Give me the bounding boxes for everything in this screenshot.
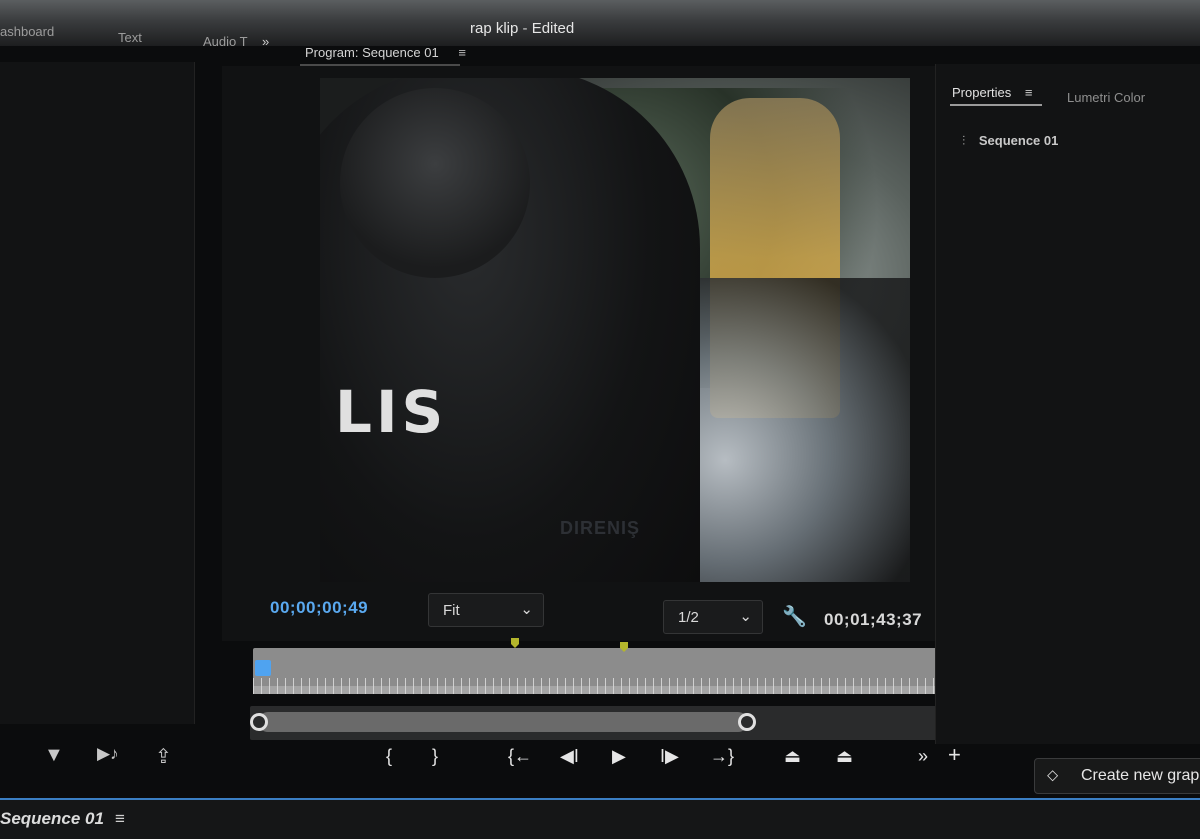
timeline-header: Sequence 01 ≡ xyxy=(0,798,1200,839)
fit-select-value: Fit xyxy=(443,602,460,619)
active-tab-underline xyxy=(950,104,1042,106)
frame-watermark: DIRENIŞ xyxy=(560,518,641,538)
chevron-down-icon: ⌄ xyxy=(520,601,533,618)
frame-overlay-text: LIS xyxy=(335,378,448,446)
monitor-controls: 00;00;00;49 Fit ⌄ 1/2 ⌄ 🔧 00;01;43;37 xyxy=(230,590,990,640)
ruler-ticks xyxy=(253,678,975,694)
properties-tab-strip: Properties ≡ Lumetri Color xyxy=(952,85,1145,105)
chevron-down-icon: ⌄ xyxy=(739,608,752,625)
video-frame: LIS DIRENIŞ xyxy=(320,78,910,582)
zoom-handle-right[interactable] xyxy=(738,713,756,731)
step-back-button[interactable]: ◀I xyxy=(560,746,579,767)
go-to-out-button[interactable]: →} xyxy=(710,746,734,767)
frame-helmet xyxy=(340,88,530,278)
current-timecode[interactable]: 00;00;00;49 xyxy=(270,598,368,618)
tab-lumetri-color[interactable]: Lumetri Color xyxy=(1067,90,1145,105)
panel-menu-icon[interactable]: ≡ xyxy=(115,809,125,829)
tab-properties[interactable]: Properties xyxy=(952,85,1011,100)
panel-menu-icon[interactable]: ≡ xyxy=(1025,85,1033,100)
program-monitor-label: Program: Sequence 01 xyxy=(305,45,439,60)
tab-dashboard[interactable]: ashboard xyxy=(0,24,54,39)
create-button-label: Create new grap xyxy=(1081,767,1200,784)
properties-sequence-item[interactable]: ⫶ Sequence 01 xyxy=(962,133,1058,149)
resolution-select-value: 1/2 xyxy=(678,609,699,626)
add-button-icon[interactable]: + xyxy=(948,742,961,768)
filter-icon[interactable]: ▼ xyxy=(44,744,64,767)
tabs-overflow-icon[interactable]: » xyxy=(262,34,269,49)
audio-icon[interactable]: ▶♪ xyxy=(97,744,119,764)
tab-audio[interactable]: Audio T xyxy=(203,34,248,49)
go-to-in-button[interactable]: {← xyxy=(508,746,532,767)
mark-in-button[interactable]: { xyxy=(386,746,392,767)
lift-button[interactable]: ⏏ xyxy=(784,746,801,767)
fit-select[interactable]: Fit ⌄ xyxy=(428,593,544,627)
step-forward-button[interactable]: I▶ xyxy=(660,746,679,767)
play-button[interactable]: ▶ xyxy=(612,746,626,767)
resolution-select[interactable]: 1/2 ⌄ xyxy=(663,600,763,634)
playhead[interactable] xyxy=(255,660,271,676)
left-panel xyxy=(0,62,195,724)
window-title: rap klip - Edited xyxy=(470,20,575,37)
transport-controls: { } {← ◀I ▶ I▶ →} ⏏ ⏏ » + xyxy=(370,742,990,782)
mark-out-button[interactable]: } xyxy=(432,746,438,767)
create-new-graphic-button[interactable]: ⬦ Create new grap xyxy=(1034,758,1200,794)
time-ruler[interactable] xyxy=(253,648,975,694)
extract-button[interactable]: ⏏ xyxy=(836,746,853,767)
sequence-label: Sequence 01 xyxy=(978,133,1059,148)
zoom-handle-left[interactable] xyxy=(250,713,268,731)
program-monitor-tab[interactable]: Program: Sequence 01 ≡ xyxy=(305,45,466,60)
timeline-sequence-tab[interactable]: Sequence 01 xyxy=(0,809,104,829)
graphic-icon: ⬦ xyxy=(1047,767,1059,784)
duration-timecode: 00;01;43;37 xyxy=(824,610,923,629)
export-icon[interactable]: ⇪ xyxy=(155,744,172,769)
more-controls-icon[interactable]: » xyxy=(918,746,928,767)
properties-panel xyxy=(935,64,1200,744)
zoom-scrollbar[interactable] xyxy=(250,706,985,740)
sequence-icon: ⫶ xyxy=(962,133,966,148)
window-titlebar: rap klip - Edited xyxy=(0,0,1200,46)
wrench-icon[interactable]: 🔧 xyxy=(782,604,807,629)
marker-icon[interactable] xyxy=(511,638,519,648)
tab-text[interactable]: Text xyxy=(118,30,142,45)
zoom-scrollbar-thumb[interactable] xyxy=(258,712,748,732)
panel-menu-icon[interactable]: ≡ xyxy=(458,45,466,60)
